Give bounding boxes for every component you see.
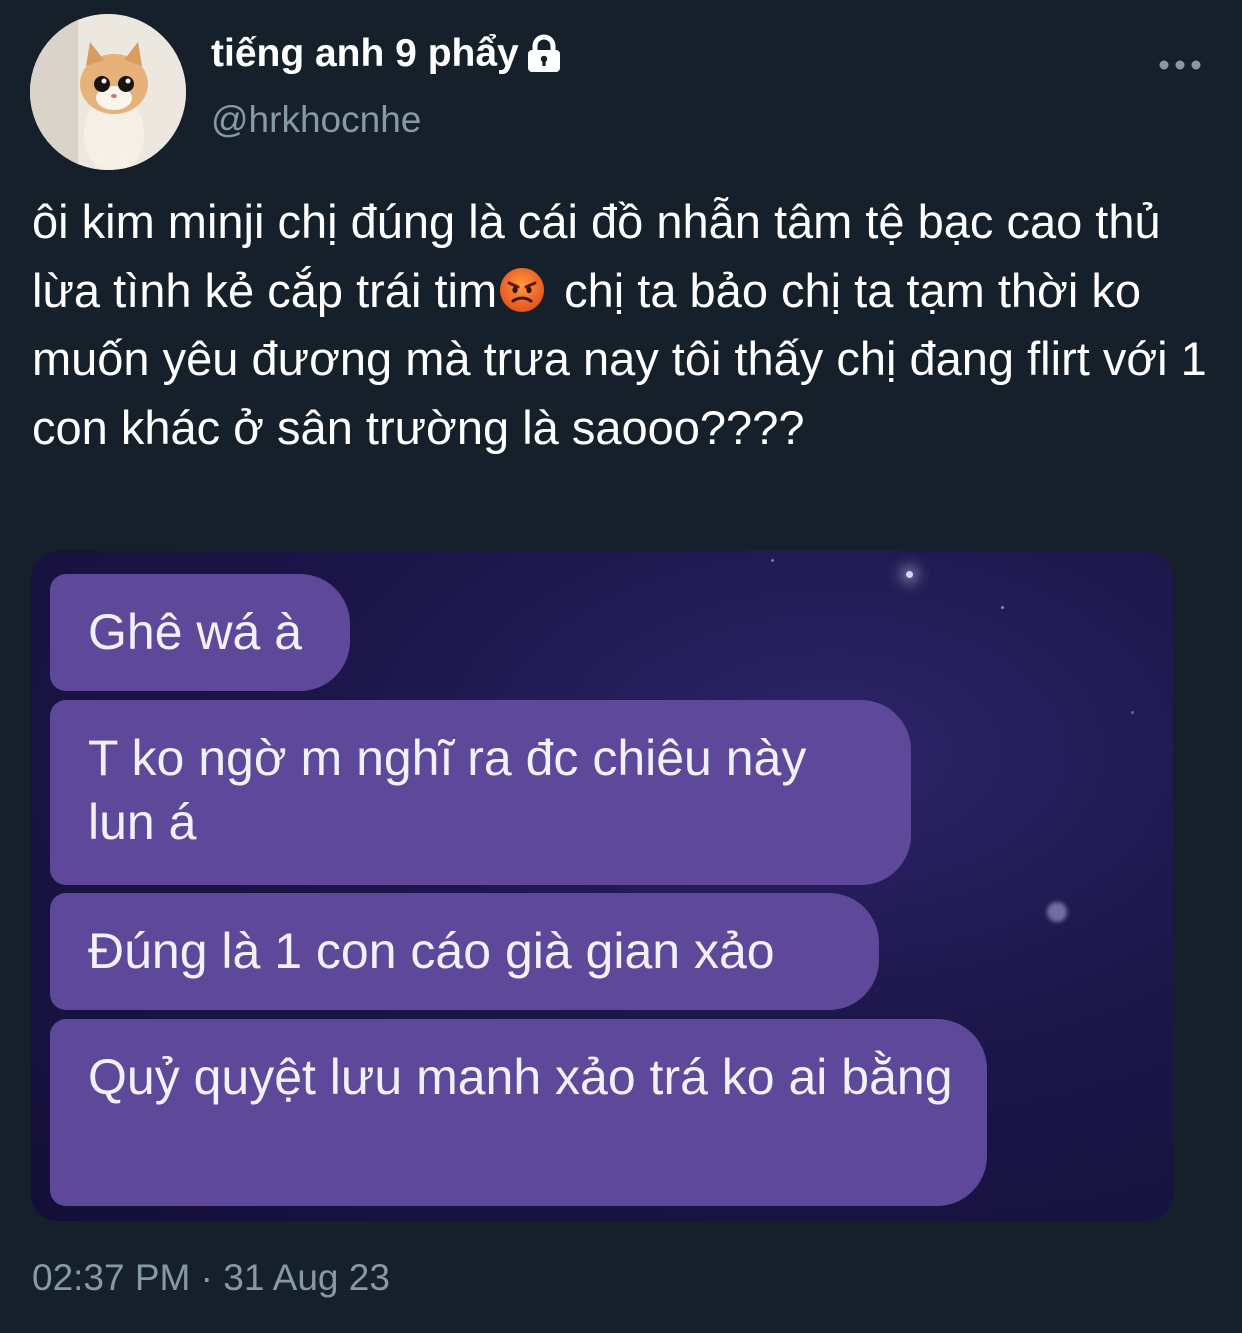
star-decoration [1047,902,1067,922]
star-decoration [906,571,913,578]
tweet-timestamp[interactable]: 02:37 PM · 31 Aug 23 [32,1256,390,1300]
chat-bubble: Ghê wá à [50,574,350,691]
lock-icon [527,34,560,72]
star-decoration [771,559,774,562]
tweet-detail: tiếng anh 9 phẩy @hrkhocnhe ôi kim minji… [0,0,1242,1333]
chat-bubble: T ko ngờ m nghĩ ra đc chiêu này lun á [50,700,911,885]
chat-bubble: Quỷ quyệt lưu manh xảo trá ko ai bằng [50,1019,987,1206]
star-decoration [1131,711,1134,714]
chat-bubble: Đúng là 1 con cáo già gian xảo [50,893,879,1010]
more-horizontal-icon[interactable] [1155,52,1205,78]
chat-bubble-text: Quỷ quyệt lưu manh xảo trá ko ai bằng [88,1049,953,1105]
avatar[interactable] [30,14,186,170]
display-name[interactable]: tiếng anh 9 phẩy [211,30,563,78]
display-name-text: tiếng anh 9 phẩy [211,32,519,75]
chat-bubble-text: Đúng là 1 con cáo già gian xảo [88,923,775,979]
kitten-avatar-icon [30,14,186,170]
chat-bubble-text: T ko ngờ m nghĩ ra đc chiêu này lun á [88,730,807,850]
chat-bubble-text: Ghê wá à [88,604,303,660]
tweet-text: ôi kim minji chị đúng là cái đồ nhẫn tâm… [32,188,1218,462]
angry-face-emoji-icon [500,267,545,312]
tweet-media-image[interactable]: Ghê wá à T ko ngờ m nghĩ ra đc chiêu này… [31,551,1173,1221]
user-handle[interactable]: @hrkhocnhe [211,98,421,142]
star-decoration [1001,606,1004,609]
